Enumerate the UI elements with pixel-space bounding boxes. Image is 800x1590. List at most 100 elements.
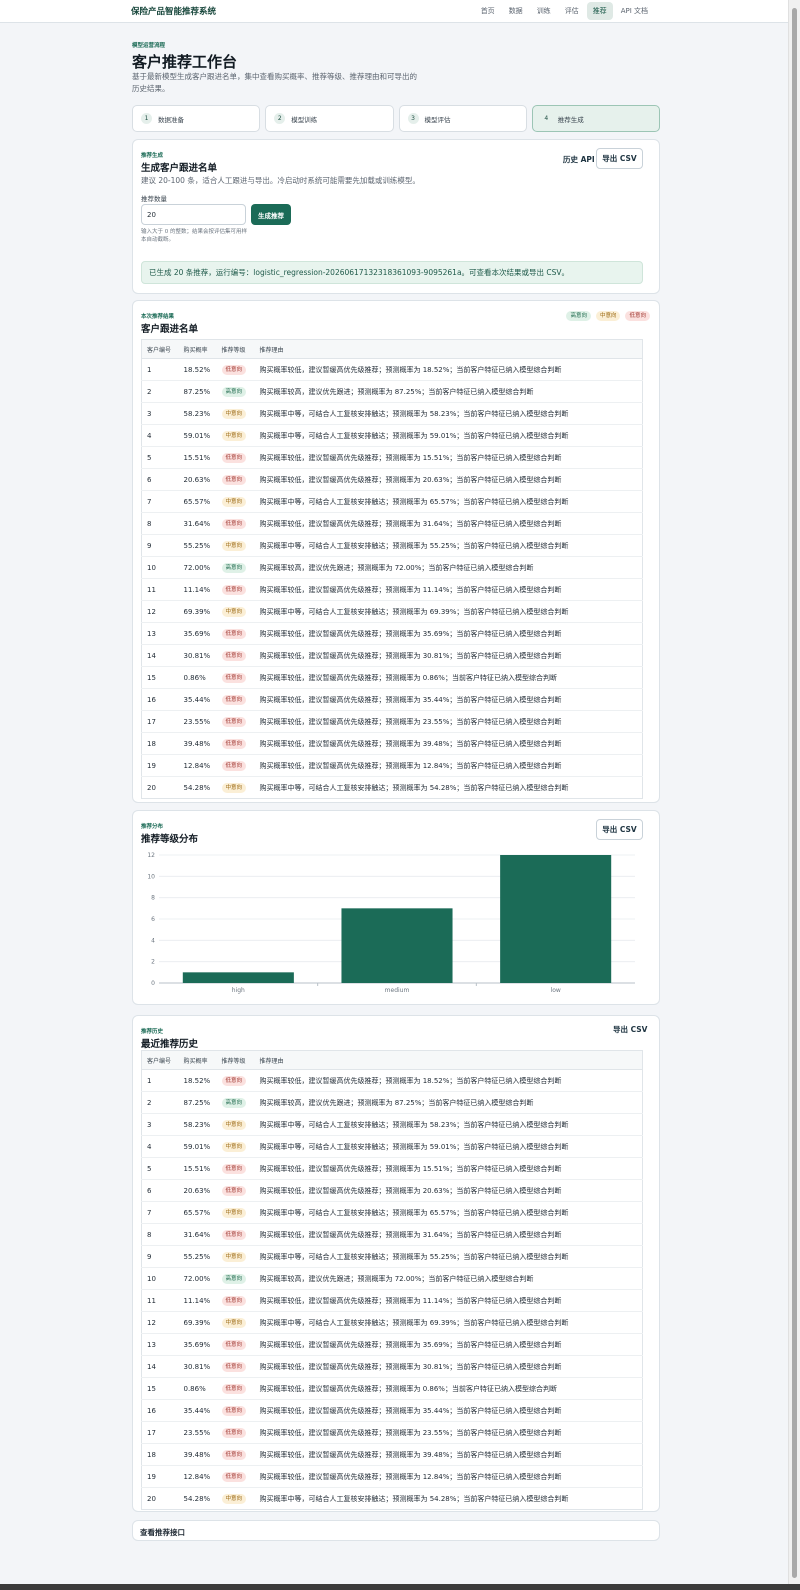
level-badge: 中意向 (221, 408, 247, 419)
nav-item-2[interactable]: 训练 (531, 2, 557, 20)
level-badge: 低意向 (221, 738, 247, 749)
level-cell: 低意向 (216, 1421, 255, 1444)
nav-item-0[interactable]: 首页 (475, 2, 501, 20)
recommend-reason: 购买概率较低，建议暂缓高优先级推荐；预测概率为 31.64%；当前客户特征已纳入… (254, 512, 643, 535)
level-badge: 低意向 (221, 1383, 247, 1394)
purchase-probability: 35.69% (178, 622, 217, 645)
purchase-probability: 87.25% (178, 380, 217, 403)
recommend-reason: 购买概率较低，建议暂缓高优先级推荐；预测概率为 11.14%；当前客户特征已纳入… (254, 578, 643, 601)
recommend-reason: 购买概率中等，可结合人工复核安排触达；预测概率为 58.23%；当前客户特征已纳… (254, 1113, 643, 1136)
purchase-probability: 15.51% (178, 1157, 217, 1180)
table-row: 14 30.81% 低意向 购买概率较低，建议暂缓高优先级推荐；预测概率为 30.81… (141, 644, 643, 667)
y-tick-label: 10 (147, 873, 155, 880)
level-badge: 中意向 (221, 496, 247, 507)
result-eyebrow: 本次推荐结果 (141, 314, 175, 320)
purchase-probability: 0.86% (178, 666, 217, 689)
recommend-reason: 购买概率较低，建议暂缓高优先级推荐；预测概率为 18.52%；当前客户特征已纳入… (254, 1069, 643, 1092)
brand-title[interactable]: 保险产品智能推荐系统 (131, 5, 216, 17)
table-row: 3 58.23% 中意向 购买概率中等，可结合人工复核安排触达；预测概率为 58.23… (141, 1113, 643, 1136)
nav-item-1[interactable]: 数据 (503, 2, 529, 20)
page-description: 基于最新模型生成客户跟进名单，集中查看购买概率、推荐等级、推荐理由和可导出的历史… (132, 72, 417, 93)
history-eyebrow: 推荐历史 (141, 1029, 164, 1035)
purchase-probability: 11.14% (178, 578, 217, 601)
level-cell: 低意向 (216, 446, 255, 469)
table-row: 12 69.39% 中意向 购买概率中等，可结合人工复核安排触达；预测概率为 69.3… (141, 600, 643, 623)
api-section[interactable]: 查看推荐接口 (132, 1520, 660, 1541)
distribution-export-button[interactable]: 导出 CSV (596, 819, 643, 840)
customer-id: 17 (141, 710, 179, 733)
nav-item-5[interactable]: API 文档 (615, 2, 654, 20)
purchase-probability: 72.00% (178, 556, 217, 579)
customer-id: 10 (141, 556, 179, 579)
recommend-reason: 购买概率较低，建议暂缓高优先级推荐；预测概率为 30.81%；当前客户特征已纳入… (254, 1355, 643, 1378)
page-scrollbar[interactable] (788, 0, 800, 1590)
step-label: 推荐生成 (557, 115, 584, 124)
table-row: 8 31.64% 低意向 购买概率较低，建议暂缓高优先级推荐；预测概率为 31.64%… (141, 512, 643, 535)
export-csv-button[interactable]: 导出 CSV (596, 148, 643, 169)
result-card: 本次推荐结果 客户跟进名单 高意向 中意向 低意向 客户编号 购买概率 推荐等级 推荐… (132, 300, 660, 803)
recommend-reason: 购买概率较低，建议暂缓高优先级推荐；预测概率为 12.84%；当前客户特征已纳入… (254, 754, 643, 777)
purchase-probability: 69.39% (178, 600, 217, 623)
customer-id: 9 (141, 534, 179, 557)
generate-card: 推荐生成 生成客户跟进名单 建议 20-100 条，适合人工跟进与导出。冷启动时… (132, 139, 660, 294)
result-header-cell: 购买概率 (178, 339, 217, 359)
purchase-probability: 55.25% (178, 534, 217, 557)
history-title: 最近推荐历史 (141, 1039, 199, 1050)
level-badge: 中意向 (221, 1317, 247, 1328)
generate-description: 建议 20-100 条，适合人工跟进与导出。冷启动时系统可能需要先加载或训练模型… (141, 176, 420, 185)
customer-id: 6 (141, 468, 179, 491)
level-cell: 低意向 (216, 732, 255, 755)
level-cell: 高意向 (216, 556, 255, 579)
recommend-reason: 购买概率中等，可结合人工复核安排触达；预测概率为 55.25%；当前客户特征已纳… (254, 534, 643, 557)
step-label: 数据准备 (158, 115, 184, 124)
scrollbar-thumb[interactable] (792, 8, 797, 1578)
table-row: 8 31.64% 低意向 购买概率较低，建议暂缓高优先级推荐；预测概率为 31.64%… (141, 1223, 643, 1246)
customer-id: 5 (141, 446, 179, 469)
table-row: 7 65.57% 中意向 购买概率中等，可结合人工复核安排触达；预测概率为 65.57… (141, 1201, 643, 1224)
table-row: 9 55.25% 中意向 购买概率中等，可结合人工复核安排触达；预测概率为 55.25… (141, 534, 643, 557)
nav-item-3[interactable]: 评估 (559, 2, 585, 20)
level-cell: 低意向 (216, 1465, 255, 1488)
generate-button[interactable]: 生成推荐 (251, 204, 291, 225)
history-api-link[interactable]: 历史 API (563, 154, 595, 165)
customer-id: 3 (141, 402, 179, 425)
table-row: 6 20.63% 低意向 购买概率较低，建议暂缓高优先级推荐；预测概率为 20.63%… (141, 1179, 643, 1202)
y-tick-label: 8 (151, 895, 155, 902)
level-cell: 高意向 (216, 1091, 255, 1114)
step-4[interactable]: 4 推荐生成 (531, 105, 660, 132)
count-input[interactable]: 20 (141, 204, 246, 225)
recommend-reason: 购买概率较低，建议暂缓高优先级推荐；预测概率为 23.55%；当前客户特征已纳入… (254, 1421, 643, 1444)
level-badge: 中意向 (221, 1251, 247, 1262)
step-2[interactable]: 2 模型训练 (265, 105, 394, 132)
customer-id: 9 (141, 1245, 179, 1268)
level-badge: 低意向 (221, 518, 247, 529)
customer-id: 18 (141, 732, 179, 755)
nav-item-4[interactable]: 推荐 (586, 2, 613, 20)
level-cell: 中意向 (216, 534, 255, 557)
table-row: 19 12.84% 低意向 购买概率较低，建议暂缓高优先级推荐；预测概率为 12.84… (141, 1465, 643, 1488)
purchase-probability: 18.52% (178, 1069, 217, 1092)
level-cell: 低意向 (216, 688, 255, 711)
customer-id: 15 (141, 1377, 179, 1400)
table-row: 17 23.55% 低意向 购买概率较低，建议暂缓高优先级推荐；预测概率为 23.55… (141, 1421, 643, 1444)
level-badge: 低意向 (221, 1163, 247, 1174)
table-row: 13 35.69% 低意向 购买概率较低，建议暂缓高优先级推荐；预测概率为 35.69… (141, 622, 643, 645)
level-cell: 低意向 (216, 578, 255, 601)
history-card: 推荐历史 最近推荐历史 导出 CSV 客户编号 购买概率 推荐等级 推荐理由 1 18.5… (132, 1015, 660, 1512)
customer-id: 10 (141, 1267, 179, 1290)
y-tick-label: 0 (151, 980, 155, 987)
step-1[interactable]: 1 数据准备 (132, 105, 261, 132)
history-header-cell: 推荐等级 (216, 1050, 255, 1070)
customer-id: 8 (141, 512, 179, 535)
step-3[interactable]: 3 模型评估 (398, 105, 527, 132)
customer-id: 2 (141, 1091, 179, 1114)
table-row: 12 69.39% 中意向 购买概率中等，可结合人工复核安排触达；预测概率为 69.3… (141, 1311, 643, 1334)
result-title: 客户跟进名单 (141, 324, 199, 335)
customer-id: 2 (141, 380, 179, 403)
level-badge: 低意向 (221, 1449, 247, 1460)
main-nav: 首页 数据 训练 评估 推荐 API 文档 (475, 2, 654, 20)
level-cell: 中意向 (216, 424, 255, 447)
purchase-probability: 15.51% (178, 446, 217, 469)
history-export-link[interactable]: 导出 CSV (613, 1024, 647, 1035)
recommend-reason: 购买概率中等，可结合人工复核安排触达；预测概率为 69.39%；当前客户特征已纳… (254, 600, 643, 623)
